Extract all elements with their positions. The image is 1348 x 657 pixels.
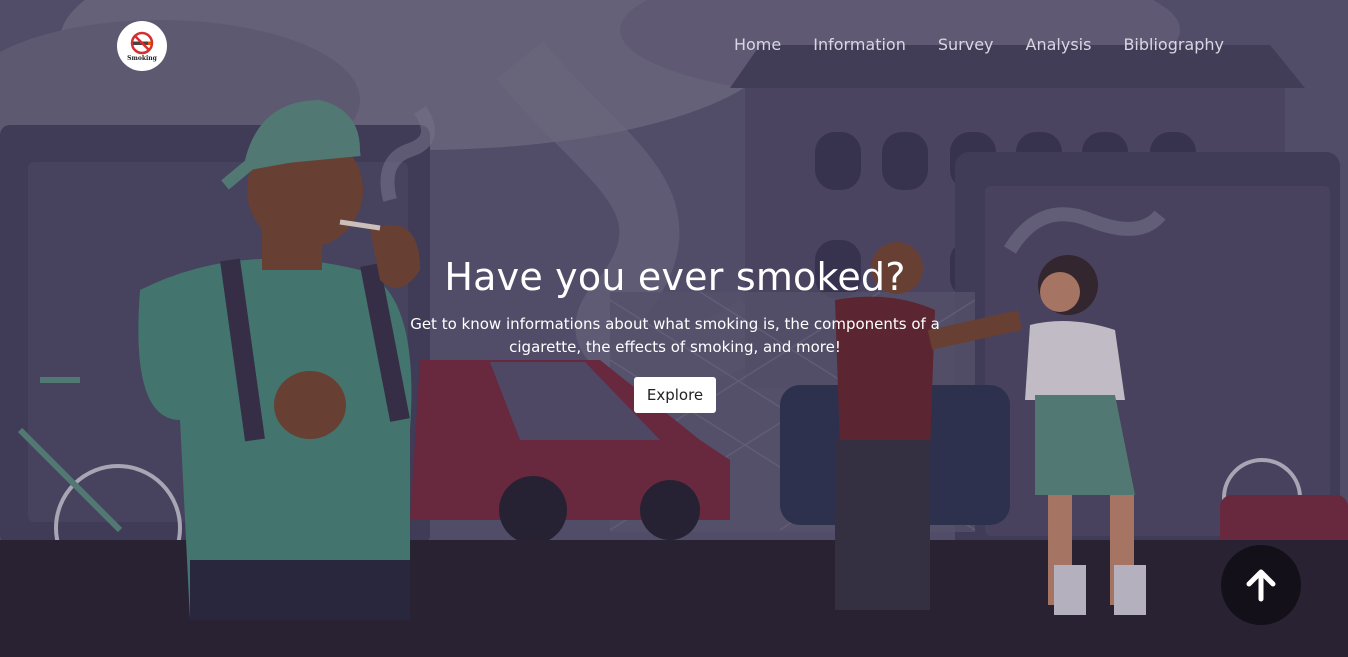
nav-link-survey[interactable]: Survey	[938, 35, 994, 54]
explore-button[interactable]: Explore	[633, 377, 717, 413]
navbar: Smoking Home Information Survey Analysis…	[0, 0, 1348, 92]
hero-title: Have you ever smoked?	[444, 255, 906, 299]
nav-link-bibliography[interactable]: Bibliography	[1123, 35, 1224, 54]
arrow-up-icon	[1246, 569, 1276, 602]
scroll-to-top-button[interactable]	[1221, 545, 1301, 625]
hero-content: Have you ever smoked? Get to know inform…	[390, 255, 960, 413]
nav-link-analysis[interactable]: Analysis	[1026, 35, 1092, 54]
no-smoking-icon	[130, 31, 154, 54]
logo-text: Smoking	[127, 54, 157, 62]
hero-subtitle: Get to know informations about what smok…	[410, 315, 940, 356]
nav-links: Home Information Survey Analysis Bibliog…	[734, 35, 1224, 54]
nav-link-home[interactable]: Home	[734, 35, 781, 54]
site-logo[interactable]: Smoking	[117, 21, 167, 71]
nav-link-information[interactable]: Information	[813, 35, 906, 54]
